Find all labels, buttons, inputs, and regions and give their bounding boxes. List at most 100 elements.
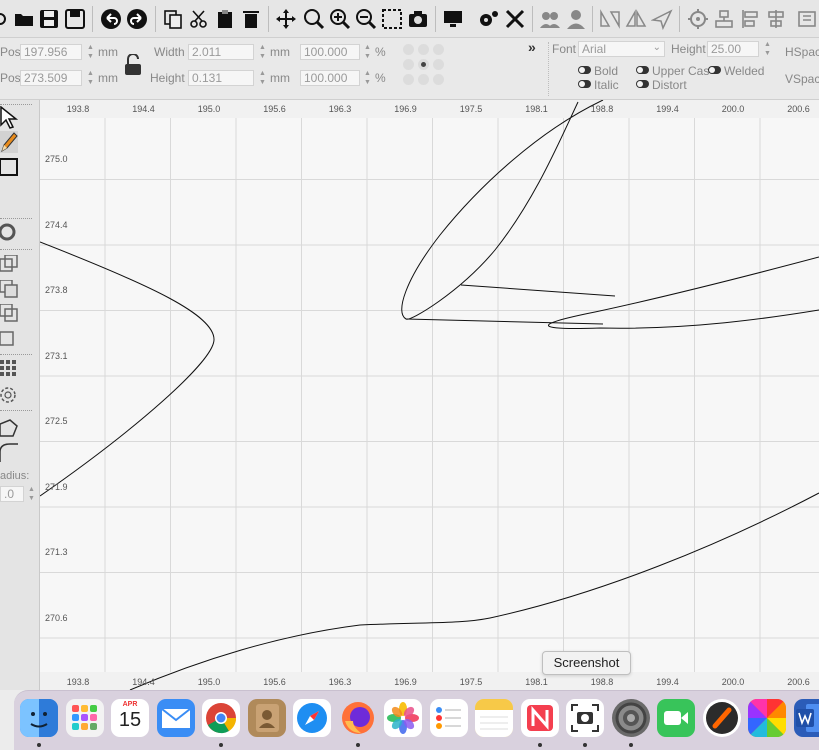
- send-icon[interactable]: [650, 7, 674, 31]
- uppercase-toggle[interactable]: [636, 66, 649, 74]
- font-height-stepper[interactable]: ▲ ▼: [763, 41, 772, 57]
- y-pos-input[interactable]: [20, 70, 82, 86]
- move-icon[interactable]: [274, 7, 298, 31]
- radius-input[interactable]: [0, 486, 24, 502]
- contacts-icon[interactable]: [248, 699, 286, 737]
- corner-radius-icon[interactable]: [0, 442, 20, 464]
- flip-horizontal-icon[interactable]: [598, 7, 622, 31]
- drawing-canvas[interactable]: 193.8 193.8 194.4 194.4 195.0 195.0 195.6 195.6…: [40, 100, 819, 690]
- scale-width-stepper[interactable]: ▲ ▼: [363, 44, 372, 60]
- folder-open-icon[interactable]: [12, 7, 36, 31]
- system-preferences-icon[interactable]: [612, 699, 650, 737]
- target-icon[interactable]: [686, 7, 710, 31]
- curve-loop: [401, 100, 604, 320]
- font-select[interactable]: Arial ⌄: [578, 41, 665, 57]
- notes-icon[interactable]: [475, 699, 513, 737]
- scale-height-input[interactable]: [300, 70, 360, 86]
- scale-height-stepper[interactable]: ▲ ▼: [363, 70, 372, 86]
- circular-array-icon[interactable]: [0, 385, 20, 405]
- scale-width-input[interactable]: [300, 44, 360, 60]
- chrome-running-indicator: [219, 743, 223, 747]
- user-icon[interactable]: [564, 7, 588, 31]
- distribute-icon[interactable]: [738, 7, 762, 31]
- delete-icon[interactable]: [239, 7, 263, 31]
- more-chevron-icon[interactable]: »: [528, 39, 536, 55]
- grid-array-icon[interactable]: [0, 360, 20, 380]
- reminders-icon[interactable]: [430, 699, 468, 737]
- boolean-subtract-icon[interactable]: [0, 280, 20, 300]
- boolean-union-icon[interactable]: [0, 255, 20, 275]
- width-stepper[interactable]: ▲ ▼: [258, 44, 267, 60]
- height-input[interactable]: [188, 70, 254, 86]
- select-box-icon[interactable]: [380, 7, 404, 31]
- offset-icon[interactable]: [0, 418, 20, 440]
- text-frame-icon[interactable]: [796, 7, 819, 31]
- curve-bottom: [129, 492, 819, 690]
- redo-icon[interactable]: [125, 7, 149, 31]
- x-axis-tick-bottom: 198.1: [525, 677, 548, 687]
- save-icon[interactable]: [37, 7, 61, 31]
- photos-icon[interactable]: [384, 699, 422, 737]
- italic-toggle[interactable]: [578, 80, 591, 88]
- radius-label: adius:: [0, 470, 30, 482]
- word-icon[interactable]: [794, 699, 819, 737]
- firefox-icon[interactable]: [339, 699, 377, 737]
- weld-icon[interactable]: [0, 330, 20, 350]
- x-axis-tick-top: 199.4: [656, 104, 679, 114]
- select-arrow-icon[interactable]: [0, 106, 20, 130]
- pencil-icon[interactable]: [0, 131, 18, 153]
- scale-width-unit: %: [375, 45, 386, 59]
- curve-left-arc: [40, 241, 215, 497]
- zoom-in-icon[interactable]: [328, 7, 352, 31]
- screenshot-running-indicator: [583, 743, 587, 747]
- width-input[interactable]: [188, 44, 254, 60]
- rectangle-icon[interactable]: [0, 158, 20, 178]
- y-axis-tick: 271.3: [45, 547, 68, 557]
- camera-icon[interactable]: [406, 7, 430, 31]
- tools-icon[interactable]: [503, 7, 527, 31]
- ellipse-icon[interactable]: [0, 222, 20, 242]
- boolean-intersect-icon[interactable]: [0, 304, 20, 324]
- launchpad-icon[interactable]: [66, 699, 104, 737]
- finder-icon[interactable]: [20, 699, 58, 737]
- calendar-icon[interactable]: APR 15: [111, 699, 149, 737]
- welded-toggle[interactable]: [708, 66, 721, 74]
- x-axis-tick-bottom: 196.9: [394, 677, 417, 687]
- radius-stepper[interactable]: ▲ ▼: [27, 486, 36, 502]
- calendar-day: 15: [118, 709, 142, 731]
- y-pos-stepper[interactable]: ▲ ▼: [86, 70, 95, 86]
- zoom-out-icon[interactable]: [354, 7, 378, 31]
- copy-icon[interactable]: [161, 7, 185, 31]
- mail-icon[interactable]: [157, 699, 195, 737]
- font-height-input[interactable]: [707, 41, 759, 57]
- height-stepper[interactable]: ▲ ▼: [258, 70, 267, 86]
- news-icon[interactable]: [521, 699, 559, 737]
- x-axis-tick-top: 200.6: [787, 104, 810, 114]
- chrome-icon[interactable]: [202, 699, 240, 737]
- font-height-label: Height: [671, 42, 706, 56]
- paste-icon[interactable]: [213, 7, 237, 31]
- users-icon[interactable]: [538, 7, 562, 31]
- zoom-fit-icon[interactable]: [302, 7, 326, 31]
- cut-icon[interactable]: [187, 7, 211, 31]
- settings-icon[interactable]: [477, 7, 501, 31]
- screenshot-app-icon[interactable]: [566, 699, 604, 737]
- lock-icon[interactable]: [124, 53, 142, 79]
- color-picker-icon[interactable]: [748, 699, 786, 737]
- safari-icon[interactable]: [293, 699, 331, 737]
- distort-toggle[interactable]: [636, 80, 649, 88]
- monitor-icon[interactable]: [441, 7, 465, 31]
- undo-icon[interactable]: [99, 7, 123, 31]
- app-orange-icon[interactable]: [703, 699, 741, 737]
- facetime-icon[interactable]: [657, 699, 695, 737]
- bold-toggle[interactable]: [578, 66, 591, 74]
- save-as-icon[interactable]: [63, 7, 87, 31]
- height-label: Height: [150, 71, 185, 85]
- x-pos-input[interactable]: [20, 44, 82, 60]
- property-separator: [548, 42, 549, 96]
- align-center-icon[interactable]: [712, 7, 736, 31]
- x-pos-stepper[interactable]: ▲ ▼: [86, 44, 95, 60]
- x-axis-tick-bottom: 195.0: [197, 677, 221, 687]
- mirror-icon[interactable]: [624, 7, 648, 31]
- align-middle-icon[interactable]: [764, 7, 788, 31]
